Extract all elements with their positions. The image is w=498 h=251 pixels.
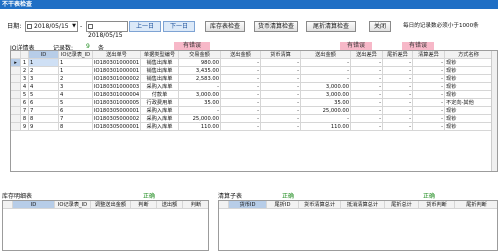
date-from-value: 2018/05/15 <box>34 23 69 30</box>
column-header[interactable]: 调整送出金额 <box>91 201 131 209</box>
column-header[interactable]: 尾折判断 <box>455 201 497 209</box>
table-row[interactable]: 6 6 5 IO180301000005 行政费用单 35.00 - - 35.… <box>11 99 493 107</box>
table-row[interactable]: 5 5 4 IO180301000004 付款单 3,000.00 - - 3,… <box>11 91 493 99</box>
column-header[interactable]: 判断 <box>183 201 208 209</box>
column-header[interactable]: 方式名称 <box>445 51 493 59</box>
table-row[interactable]: 3 3 2 IO180301000002 销售出库单 2,583.00 - - … <box>11 75 493 83</box>
clearing-sub-label: 清算子表 <box>218 193 243 200</box>
column-header[interactable]: ID <box>29 51 59 59</box>
error-tag: 有错误 <box>402 42 434 50</box>
next-day-button[interactable]: 下一日 <box>163 21 195 32</box>
chevron-down-icon[interactable]: ▼ <box>72 22 76 31</box>
column-header[interactable]: 尾折ID <box>267 201 299 209</box>
column-header[interactable]: 尾折差异 <box>383 51 413 59</box>
row-selector-arrow[interactable]: ▸ <box>11 59 21 67</box>
clearing-sub-grid[interactable]: 货币ID 尾折ID 货币清算总计 抵消清算总计 尾折总计 货币判断 尾折判断 <box>218 200 498 251</box>
date-from-checkbox[interactable] <box>27 24 32 29</box>
column-header[interactable]: IO记录表_ID <box>59 51 93 59</box>
inventory-status: 正确 <box>143 193 156 200</box>
prev-day-button[interactable]: 上一日 <box>129 21 161 32</box>
date-to-checkbox[interactable] <box>88 24 93 29</box>
column-header[interactable]: 货币清算 <box>261 51 301 59</box>
payment-check-button[interactable]: 货币清算检查 <box>254 21 298 32</box>
column-header[interactable]: 送出额 <box>157 201 183 209</box>
column-header[interactable]: 送出单号 <box>93 51 141 59</box>
column-header[interactable]: 抵消清算总计 <box>341 201 385 209</box>
column-header[interactable]: 清算差异 <box>413 51 445 59</box>
date-label: 日期: <box>7 23 22 30</box>
column-header[interactable]: ID <box>13 201 55 209</box>
toolbar: 日期: 2018/05/15 ▼ - 2018/05/15 上一日 下一日 库存… <box>0 20 498 39</box>
error-tag: 有错误 <box>340 42 372 50</box>
column-header[interactable]: 送出金额 <box>301 51 351 59</box>
error-tag: 有错误 <box>174 42 210 50</box>
column-header[interactable]: IO记录表_ID <box>55 201 91 209</box>
daily-note: 每日的记录数必须小于1000条 <box>403 23 479 29</box>
date-to-value: 2018/05/15 <box>88 32 123 39</box>
table-row[interactable]: 4 4 3 IO180301000003 采购入库单 - - - 3,000.0… <box>11 83 493 91</box>
table-row[interactable]: 9 9 8 IO180305000001 采购入库单 110.00 - - 11… <box>11 123 493 131</box>
date-to-picker[interactable]: 2018/05/15 <box>86 21 128 39</box>
column-header[interactable]: 货币判断 <box>419 201 455 209</box>
grid-header: ID IO记录表_ID 送出单号 单据类型编号 交易金额 送出金额 货币清算 送… <box>11 51 493 59</box>
close-button[interactable]: 关闭 <box>369 21 391 32</box>
column-header[interactable]: 送出差异 <box>351 51 383 59</box>
inventory-check-button[interactable]: 库存表检查 <box>205 21 245 32</box>
table-row[interactable]: 8 8 7 IO180305000002 采购入库单 25,000.00 - -… <box>11 115 493 123</box>
window-title: 不干表检查 <box>0 0 498 9</box>
date-from-picker[interactable]: 2018/05/15 ▼ <box>25 21 78 32</box>
clearing-status-2: 正确 <box>423 193 436 200</box>
clearing-status: 正确 <box>282 193 295 200</box>
tail-check-button[interactable]: 尾折清算检查 <box>306 21 356 32</box>
column-header[interactable]: 送出金额 <box>221 51 261 59</box>
table-row[interactable]: ▸ 1 1 1 IO180301000001 销售出库单 980.00 - - … <box>11 59 493 67</box>
table-row[interactable]: 7 7 6 IO180305000001 采购入库单 - - - 25,000.… <box>11 107 493 115</box>
column-header[interactable]: 交易金额 <box>179 51 221 59</box>
column-header[interactable]: 货币清算总计 <box>299 201 341 209</box>
column-header[interactable]: 货币ID <box>229 201 267 209</box>
table-row[interactable]: 2 2 1 IO180301000001 销售出库单 3,435.00 - - … <box>11 67 493 75</box>
column-header[interactable]: 尾折总计 <box>385 201 419 209</box>
vertical-scrollbar[interactable] <box>491 51 497 171</box>
io-detail-grid[interactable]: ID IO记录表_ID 送出单号 单据类型编号 交易金额 送出金额 货币清算 送… <box>10 50 498 172</box>
column-header[interactable]: 单据类型编号 <box>141 51 179 59</box>
inventory-detail-label: 库存明细表 <box>2 193 33 200</box>
record-count-value: 9 <box>86 43 90 50</box>
inventory-detail-grid[interactable]: ID IO记录表_ID 调整送出金额 判断 送出额 判断 <box>2 200 209 251</box>
column-header[interactable]: 判断 <box>131 201 157 209</box>
